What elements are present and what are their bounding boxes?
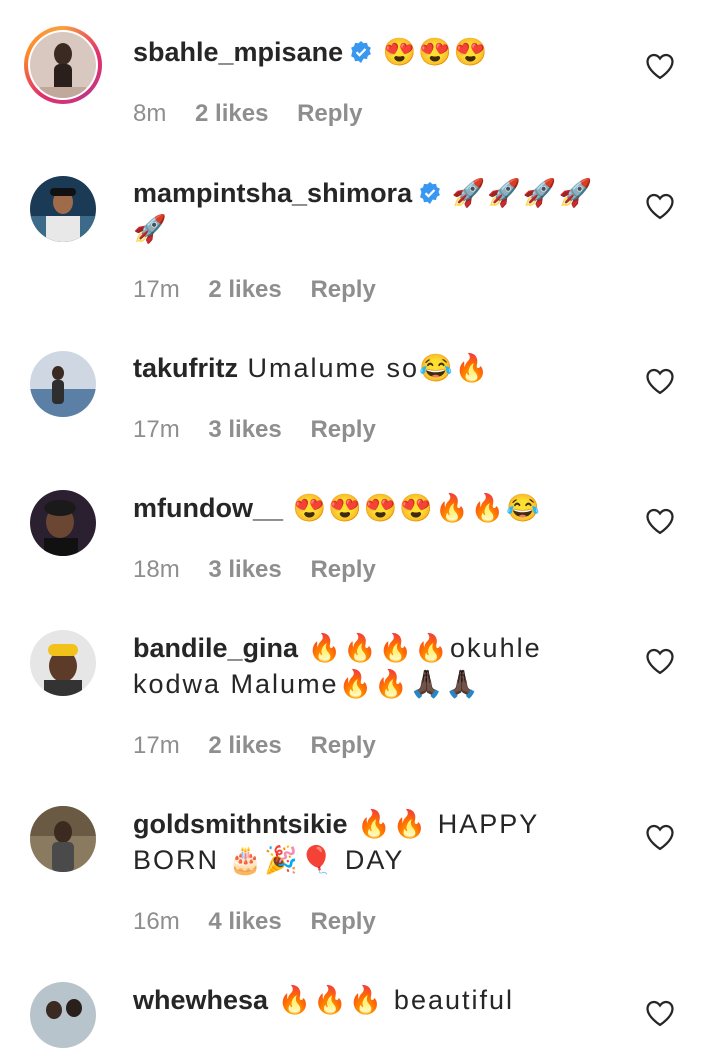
comment-time: 17m — [133, 416, 180, 443]
username[interactable]: mampintsha_shimora — [133, 178, 412, 208]
username[interactable]: whewhesa — [133, 985, 268, 1015]
story-ring[interactable] — [24, 26, 102, 104]
likes-count[interactable]: 3 likes — [208, 556, 281, 583]
likes-count[interactable]: 4 likes — [208, 908, 281, 935]
comment-time: 8m — [133, 100, 167, 127]
likes-count[interactable]: 3 likes — [208, 416, 281, 443]
username[interactable]: mfundow__ — [133, 493, 283, 523]
comment-time: 17m — [133, 732, 180, 759]
comment-text: Umalume so😂🔥 — [247, 353, 491, 383]
avatar[interactable] — [30, 351, 96, 417]
like-heart-icon[interactable] — [645, 507, 675, 535]
like-heart-icon[interactable] — [645, 647, 675, 675]
like-heart-icon[interactable] — [645, 192, 675, 220]
like-heart-icon[interactable] — [645, 367, 675, 395]
comment-text: 😍😍😍😍🔥🔥😂 — [292, 493, 542, 523]
avatar[interactable] — [30, 32, 96, 98]
avatar[interactable] — [30, 490, 96, 556]
avatar[interactable] — [30, 176, 96, 242]
avatar[interactable] — [30, 806, 96, 872]
likes-count[interactable]: 2 likes — [208, 732, 281, 759]
verified-badge-icon — [351, 41, 371, 63]
verified-badge-icon — [420, 182, 440, 204]
reply-button[interactable]: Reply — [310, 416, 375, 443]
comment-time: 18m — [133, 556, 180, 583]
reply-button[interactable]: Reply — [297, 100, 362, 127]
like-heart-icon[interactable] — [645, 823, 675, 851]
reply-button[interactable]: Reply — [310, 908, 375, 935]
comment-time: 17m — [133, 276, 180, 303]
username[interactable]: bandile_gina — [133, 633, 298, 663]
likes-count[interactable]: 2 likes — [195, 100, 268, 127]
likes-count[interactable]: 2 likes — [208, 276, 281, 303]
like-heart-icon[interactable] — [645, 999, 675, 1027]
like-heart-icon[interactable] — [645, 52, 675, 80]
reply-button[interactable]: Reply — [310, 732, 375, 759]
username[interactable]: sbahle_mpisane — [133, 37, 343, 67]
username[interactable]: goldsmithntsikie — [133, 809, 348, 839]
avatar[interactable] — [30, 982, 96, 1048]
avatar[interactable] — [30, 630, 96, 696]
username[interactable]: takufritz — [133, 353, 238, 383]
comment-time: 16m — [133, 908, 180, 935]
comment-text: 😍😍😍 — [382, 37, 490, 67]
reply-button[interactable]: Reply — [310, 276, 375, 303]
reply-button[interactable]: Reply — [310, 556, 375, 583]
comment-text: 🔥🔥🔥 beautiful — [277, 985, 515, 1015]
